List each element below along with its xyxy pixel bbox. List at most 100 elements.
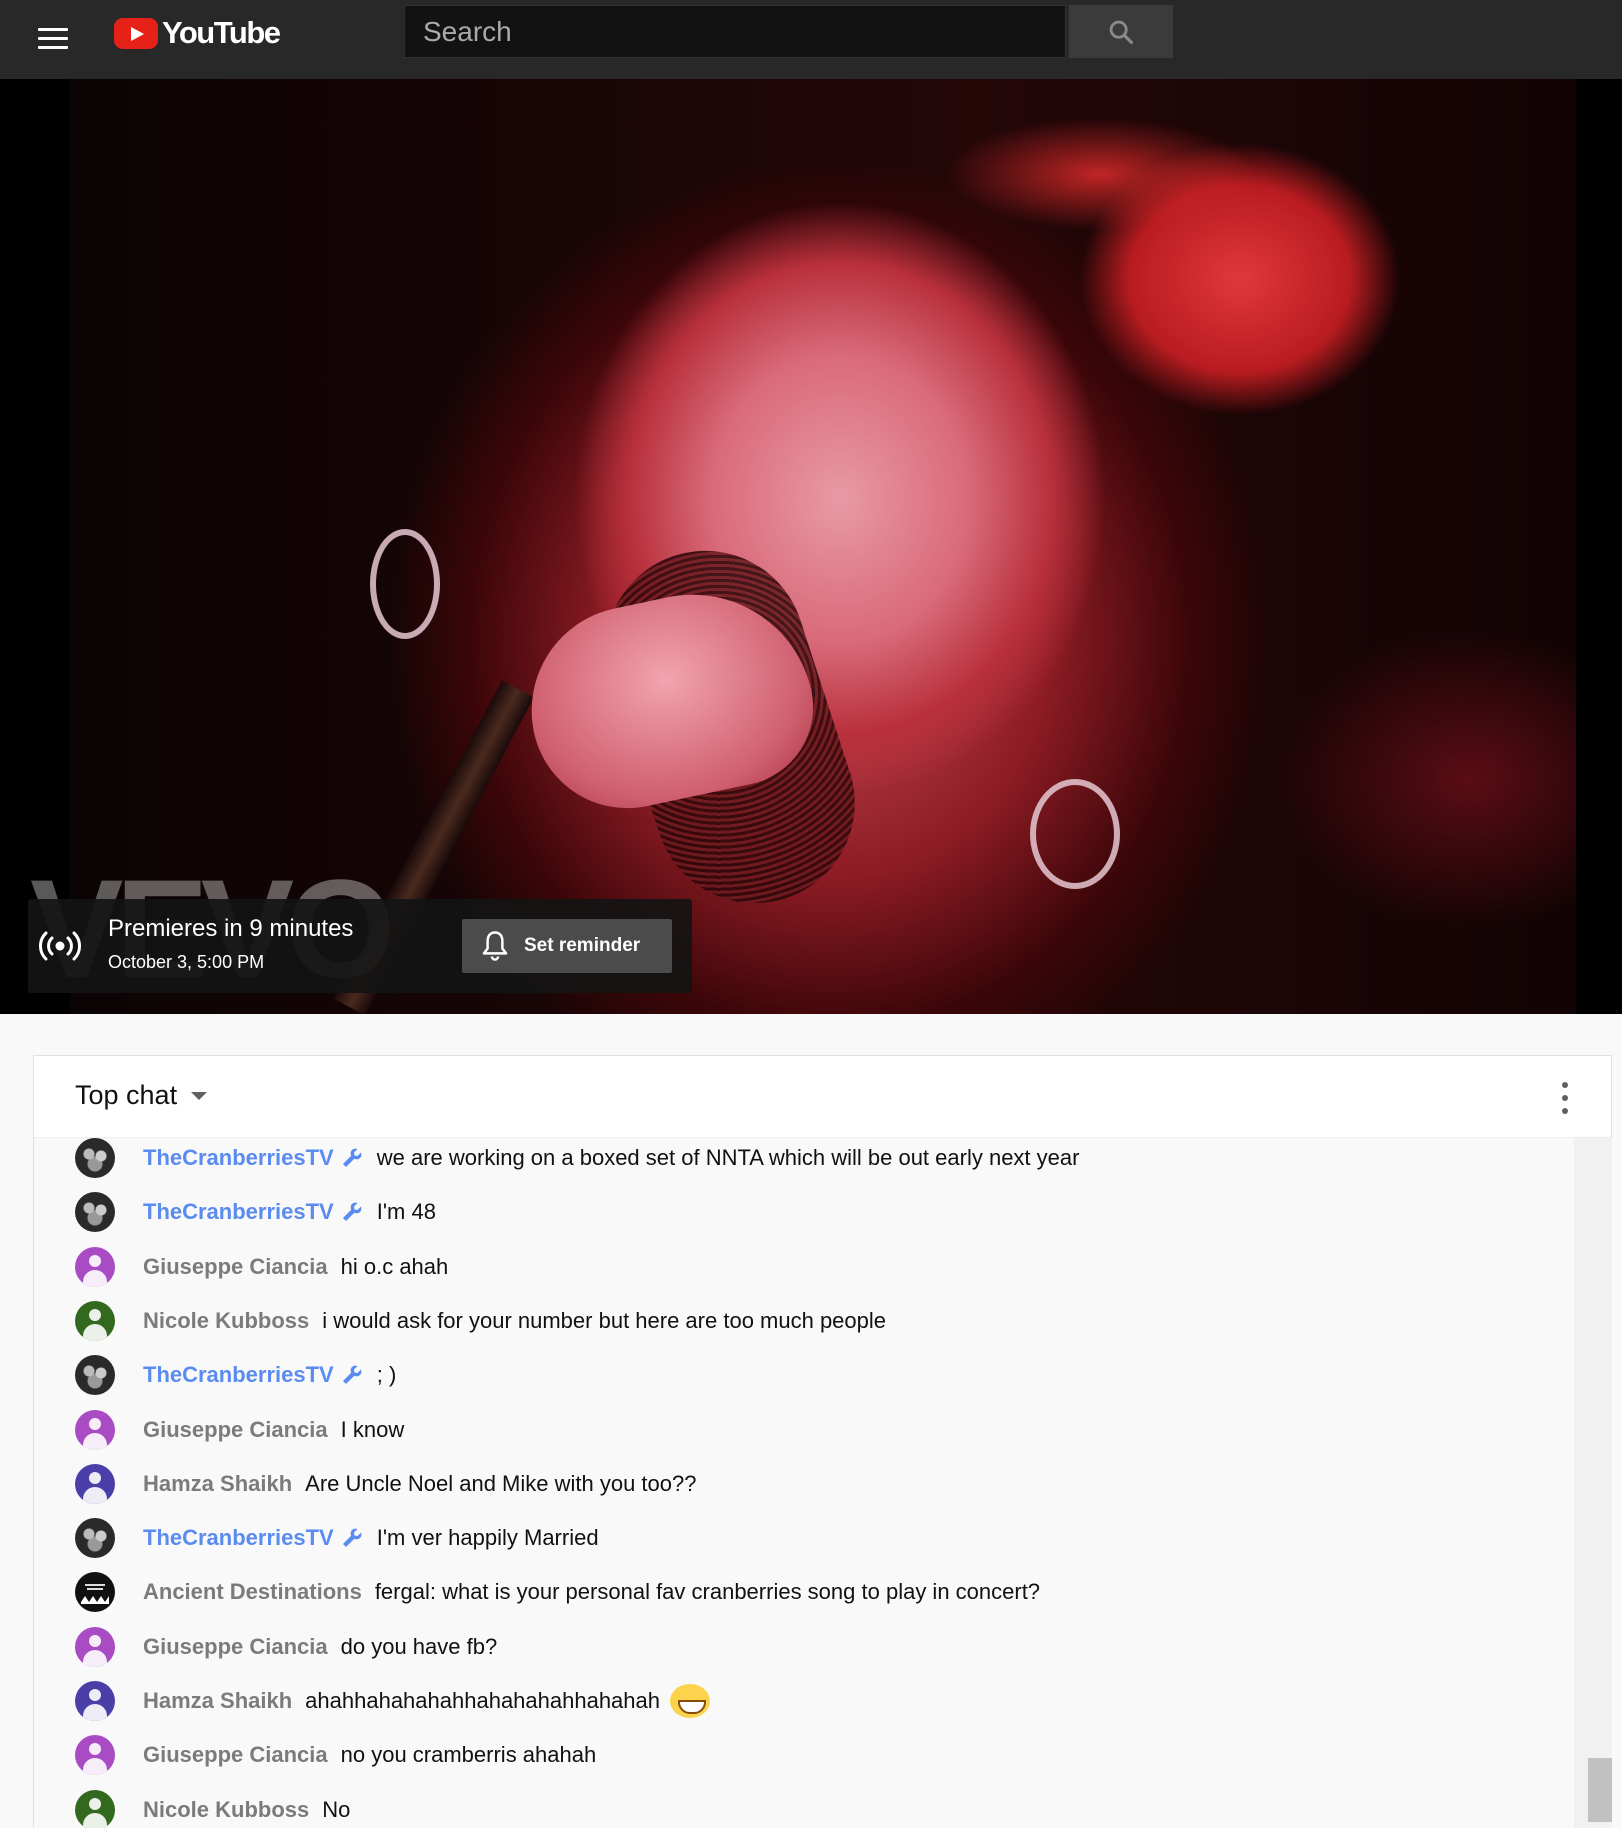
avatar[interactable] <box>75 1626 115 1667</box>
chat-message-body: TheCranberriesTV ; ) <box>143 1362 396 1388</box>
chat-message[interactable]: Ancient Destinations fergal: what is your… <box>34 1565 1574 1619</box>
hamburger-line <box>38 28 68 31</box>
chat-author-name[interactable]: TheCranberriesTV <box>143 1362 334 1388</box>
wrench-icon <box>342 1528 362 1548</box>
set-reminder-label: Set reminder <box>524 935 641 956</box>
chat-message-text: no you cramberris ahahah <box>340 1742 597 1768</box>
chat-author-name[interactable]: Nicole Kubboss <box>143 1797 309 1823</box>
wrench-icon <box>342 1365 362 1385</box>
kebab-dot-icon <box>1562 1108 1568 1114</box>
chat-message[interactable]: Giuseppe Ciancia hi o.c ahah <box>34 1240 1574 1294</box>
chat-message-text: ahahhahahahahhahahahahhahahah <box>305 1688 660 1713</box>
chat-message-text: I'm ver happily Married <box>376 1525 599 1551</box>
youtube-play-icon <box>114 17 158 49</box>
search-input[interactable]: Search <box>404 5 1066 58</box>
chat-author-name[interactable]: Nicole Kubboss <box>143 1308 309 1334</box>
avatar[interactable] <box>75 1246 115 1287</box>
premiere-date: October 3, 5:00 PM <box>108 952 265 972</box>
chat-message-text: I know <box>340 1416 405 1442</box>
chat-message-body: Giuseppe Ciancia do you have fb? <box>143 1634 497 1660</box>
chat-author-name[interactable]: TheCranberriesTV <box>143 1145 334 1171</box>
premiere-banner: Premieres in 9 minutes October 3, 5:00 P… <box>28 899 692 993</box>
chat-message-text: ; ) <box>376 1362 397 1388</box>
chat-message-text: fergal: what is your personal fav cranbe… <box>374 1579 1041 1605</box>
chat-message-body: Giuseppe Ciancia hi o.c ahah <box>143 1254 448 1280</box>
chat-scrollbar[interactable] <box>1574 1138 1612 1828</box>
chat-author-name[interactable]: Giuseppe Ciancia <box>143 1254 328 1280</box>
masthead: YouTube Search <box>0 0 1622 79</box>
chat-message[interactable]: Giuseppe Ciancia do you have fb? <box>34 1620 1574 1674</box>
bell-icon <box>482 931 508 961</box>
avatar[interactable] <box>75 1355 115 1396</box>
chat-message-body: Giuseppe Ciancia no you cramberris ahahah <box>143 1742 596 1768</box>
grinning-emoji-icon <box>670 1684 710 1718</box>
logo-text: YouTube <box>162 15 281 50</box>
chat-message-body: TheCranberriesTV I'm ver happily Married <box>143 1525 599 1551</box>
earring-shape <box>1030 779 1120 889</box>
live-broadcast-icon <box>39 931 81 961</box>
chat-message[interactable]: Hamza Shaikh ahahhahahahahhahahahahhahaha… <box>34 1674 1574 1728</box>
chat-message-text: Are Uncle Noel and Mike with you too?? <box>305 1470 697 1496</box>
search-icon <box>1109 20 1134 44</box>
chat-message[interactable]: Nicole Kubboss No <box>34 1783 1574 1828</box>
avatar[interactable] <box>75 1735 115 1776</box>
chat-message[interactable]: TheCranberriesTV I'm 48 <box>34 1185 1574 1239</box>
chat-message[interactable]: Giuseppe Ciancia I know <box>34 1403 1574 1457</box>
youtube-logo[interactable]: YouTube <box>114 14 281 52</box>
chat-message-text: i would ask for your number but here are… <box>322 1307 887 1333</box>
premiere-countdown: Premieres in 9 minutes <box>108 915 354 942</box>
chat-message-body: Hamza Shaikh Are Uncle Noel and Mike with… <box>143 1471 697 1497</box>
chat-message-text: No <box>322 1796 351 1822</box>
chat-message-body: TheCranberriesTV we are working on a boxe… <box>143 1145 1079 1171</box>
chat-message-text: I'm 48 <box>376 1199 436 1225</box>
chat-author-name[interactable]: Hamza Shaikh <box>143 1688 292 1714</box>
avatar[interactable] <box>75 1572 115 1613</box>
chat-author-name[interactable]: Hamza Shaikh <box>143 1471 292 1497</box>
search-placeholder: Search <box>423 15 512 47</box>
avatar[interactable] <box>75 1681 115 1721</box>
wrench-icon <box>342 1202 362 1222</box>
chat-author-name[interactable]: Ancient Destinations <box>143 1579 362 1605</box>
search-button[interactable] <box>1069 5 1173 58</box>
avatar[interactable] <box>75 1300 115 1341</box>
earring-shape <box>370 529 440 639</box>
more-options-button[interactable] <box>1559 1082 1571 1114</box>
chat-message-text: hi o.c ahah <box>340 1253 449 1279</box>
chat-author-name[interactable]: Giuseppe Ciancia <box>143 1742 328 1768</box>
kebab-dot-icon <box>1562 1082 1568 1088</box>
chat-author-name[interactable]: TheCranberriesTV <box>143 1525 334 1551</box>
avatar[interactable] <box>75 1789 115 1828</box>
chat-message-body: Nicole Kubboss i would ask for your numbe… <box>143 1308 886 1334</box>
wrench-icon <box>342 1148 362 1167</box>
chat-message-body: Nicole Kubboss No <box>143 1797 350 1823</box>
channel-logo-icon <box>81 1584 109 1605</box>
chat-author-name[interactable]: Giuseppe Ciancia <box>143 1634 328 1660</box>
chat-message-text: we are working on a boxed set of NNTA wh… <box>376 1145 1080 1170</box>
chat-mode-label: Top chat <box>75 1080 178 1110</box>
avatar[interactable] <box>75 1138 115 1178</box>
chat-mode-dropdown[interactable]: Top chat <box>75 1080 208 1111</box>
chat-message-list[interactable]: TheCranberriesTV we are working on a boxe… <box>34 1138 1574 1828</box>
chat-author-name[interactable]: TheCranberriesTV <box>143 1199 334 1225</box>
chat-message[interactable]: TheCranberriesTV I'm ver happily Married <box>34 1511 1574 1565</box>
chat-message[interactable]: Giuseppe Ciancia no you cramberris ahahah <box>34 1728 1574 1782</box>
guide-menu-button[interactable] <box>30 16 74 60</box>
kebab-dot-icon <box>1562 1095 1568 1101</box>
chat-message-body: TheCranberriesTV I'm 48 <box>143 1199 436 1225</box>
chat-message[interactable]: TheCranberriesTV we are working on a boxe… <box>34 1138 1574 1185</box>
chat-message[interactable]: Nicole Kubboss i would ask for your numbe… <box>34 1294 1574 1348</box>
hamburger-line <box>38 46 68 49</box>
chat-header: Top chat <box>34 1056 1611 1138</box>
chat-message-body: Ancient Destinations fergal: what is your… <box>143 1579 1040 1605</box>
chat-message[interactable]: Hamza Shaikh Are Uncle Noel and Mike with… <box>34 1457 1574 1511</box>
set-reminder-button[interactable]: Set reminder <box>462 919 672 973</box>
chat-message[interactable]: TheCranberriesTV ; ) <box>34 1348 1574 1402</box>
avatar[interactable] <box>75 1518 115 1559</box>
avatar[interactable] <box>75 1409 115 1450</box>
chat-author-name[interactable]: Giuseppe Ciancia <box>143 1417 328 1443</box>
scrollbar-thumb[interactable] <box>1588 1758 1612 1822</box>
avatar[interactable] <box>75 1192 115 1233</box>
chevron-down-icon <box>191 1091 208 1100</box>
avatar[interactable] <box>75 1463 115 1504</box>
video-player[interactable]: VEVO Premieres in 9 minutes October 3, 5… <box>0 79 1622 1014</box>
